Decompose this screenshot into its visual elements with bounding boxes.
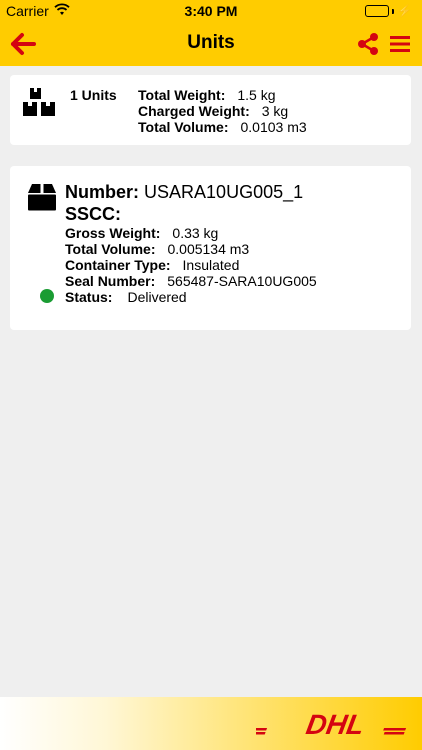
unit-total-volume-label: Total Volume:: [65, 241, 156, 257]
gross-weight-label: Gross Weight:: [65, 225, 161, 241]
container-type-value: Insulated: [182, 257, 240, 273]
hamburger-menu-icon[interactable]: [389, 34, 411, 54]
status-row: Status: Delivered: [65, 289, 187, 305]
dhl-logo-text: DHL: [304, 709, 367, 737]
battery-icon: ⚡: [365, 5, 412, 17]
status-indicator-dot: [40, 289, 54, 303]
unit-number-row: Number: USARA10UG005_1: [65, 182, 303, 203]
navigation-bar: Units: [0, 22, 422, 66]
status-value: Delivered: [127, 289, 187, 305]
footer-banner: DHL: [0, 697, 422, 750]
container-type-row: Container Type: Insulated: [65, 257, 239, 273]
container-type-label: Container Type:: [65, 257, 171, 273]
unit-total-volume-value: 0.005134 m3: [167, 241, 250, 257]
gross-weight-row: Gross Weight: 0.33 kg: [65, 225, 218, 241]
sscc-row: SSCC:: [65, 204, 121, 225]
total-volume-label: Total Volume:: [138, 119, 229, 135]
seal-number-label: Seal Number:: [65, 273, 156, 289]
packages-icon: [23, 88, 55, 116]
dhl-logo: DHL: [256, 709, 407, 737]
sscc-label: SSCC:: [65, 204, 122, 224]
box-icon: [28, 184, 56, 211]
unit-detail-card[interactable]: Number: USARA10UG005_1 SSCC: Gross Weigh…: [10, 166, 411, 330]
total-weight-value: 1.5 kg: [237, 87, 276, 103]
total-weight-label: Total Weight:: [138, 87, 226, 103]
unit-number-value: USARA10UG005_1: [144, 182, 304, 202]
status-bar: Carrier 3:40 PM ⚡: [0, 0, 422, 22]
clock: 3:40 PM: [184, 3, 238, 19]
charged-weight-row: Charged Weight: 3 kg: [138, 103, 288, 119]
share-icon[interactable]: [356, 32, 380, 56]
seal-number-value: 565487-SARA10UG005: [167, 273, 317, 289]
gross-weight-value: 0.33 kg: [172, 225, 219, 241]
total-volume-row: Total Volume: 0.0103 m3: [138, 119, 307, 135]
seal-number-row: Seal Number: 565487-SARA10UG005: [65, 273, 317, 289]
unit-total-volume-row: Total Volume: 0.005134 m3: [65, 241, 249, 257]
status-label: Status:: [65, 289, 113, 305]
total-volume-value: 0.0103 m3: [240, 119, 307, 135]
total-weight-row: Total Weight: 1.5 kg: [138, 87, 276, 103]
units-count: 1 Units: [70, 87, 117, 103]
unit-number-label: Number:: [65, 182, 140, 202]
charged-weight-value: 3 kg: [261, 103, 289, 119]
units-summary-card: 1 Units Total Weight: 1.5 kg Charged Weig…: [10, 75, 411, 145]
charged-weight-label: Charged Weight:: [138, 103, 250, 119]
